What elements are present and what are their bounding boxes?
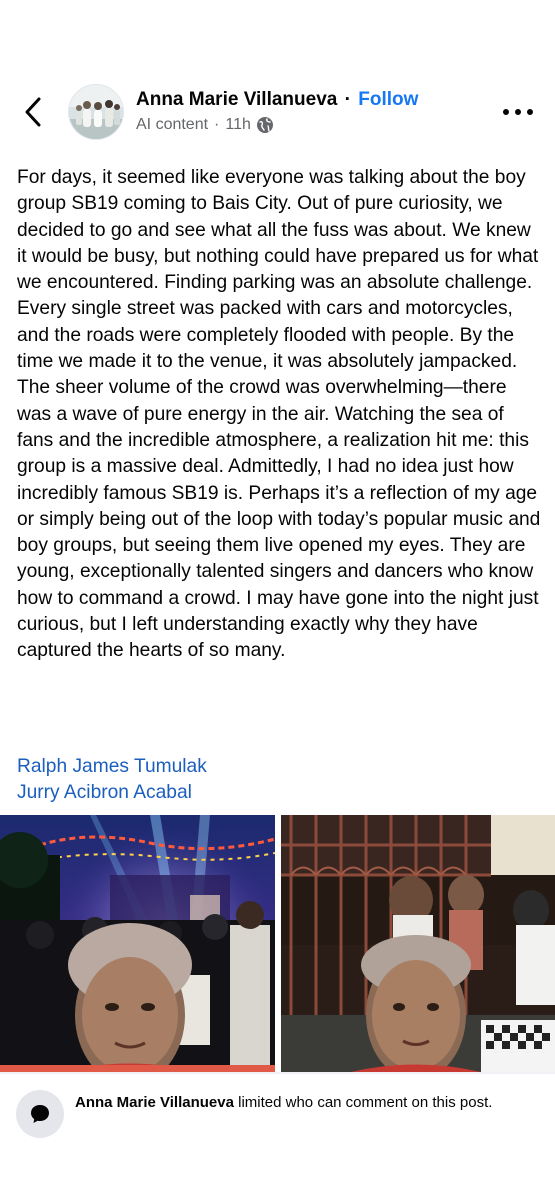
more-options-button[interactable]: [503, 102, 533, 122]
notice-message: limited who can comment on this post.: [233, 1094, 493, 1111]
meta-separator: ·: [214, 116, 220, 133]
post-time[interactable]: 11h: [225, 116, 251, 134]
concert-selfie-photo[interactable]: [0, 815, 275, 1072]
post-meta: AI content · 11h: [136, 116, 274, 134]
comment-bubble-icon: [16, 1090, 64, 1138]
tagged-person-link[interactable]: Jurry Acibron Acabal: [17, 780, 207, 806]
ai-content-label[interactable]: AI content: [136, 116, 208, 134]
back-button[interactable]: [18, 94, 48, 130]
tagged-person-link[interactable]: Ralph James Tumulak: [17, 754, 207, 780]
post-body: For days, it seemed like everyone was ta…: [17, 167, 541, 662]
notice-author-name[interactable]: Anna Marie Villanueva: [75, 1094, 234, 1111]
photo-grid: [0, 815, 555, 1072]
post-header: Anna Marie Villanueva · Follow AI conten…: [0, 80, 555, 144]
author-name[interactable]: Anna Marie Villanueva: [136, 89, 337, 110]
comment-restriction-notice: Anna Marie Villanueva limited who can co…: [0, 1074, 555, 1200]
more-dot-icon: [527, 109, 533, 115]
chevron-left-icon: [25, 97, 41, 127]
notice-text: Anna Marie Villanueva limited who can co…: [75, 1092, 535, 1113]
name-separator: ·: [344, 89, 351, 110]
author-row: Anna Marie Villanueva · Follow: [136, 89, 418, 111]
group-selfie-photo[interactable]: [281, 815, 555, 1072]
avatar[interactable]: [68, 84, 124, 140]
globe-icon: [256, 117, 273, 133]
follow-button[interactable]: Follow: [358, 89, 418, 110]
more-dot-icon: [515, 109, 521, 115]
tagged-people: Ralph James Tumulak Jurry Acibron Acabal: [17, 754, 207, 806]
more-dot-icon: [503, 109, 509, 115]
